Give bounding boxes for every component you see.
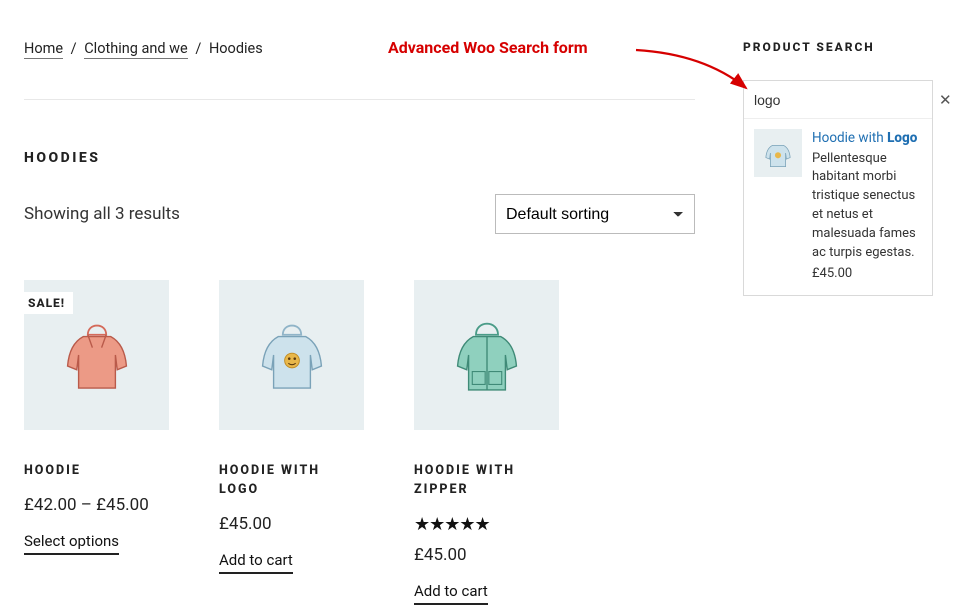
product-price: £42.00 – £45.00 [24,495,169,515]
product-price: £45.00 [414,545,559,565]
product-title: HOODIE WITH ZIPPER [414,462,559,500]
breadcrumb-category[interactable]: Clothing and we [84,40,188,59]
product-title: HOODIE WITH LOGO [219,462,364,500]
annotation-label: Advanced Woo Search form [388,38,588,57]
product-card[interactable]: HOODIE WITH LOGO £45.00 Add to cart [219,280,364,605]
product-price: £45.00 [219,514,364,534]
search-result-item[interactable]: Hoodie with Logo Pellentesque habitant m… [744,119,932,295]
breadcrumb: Home / Clothing and we / Hoodies [24,40,695,57]
select-options-button[interactable]: Select options [24,532,119,555]
sort-select[interactable]: Default sorting [495,194,695,234]
sidebar-title: PRODUCT SEARCH [743,40,933,54]
add-to-cart-button[interactable]: Add to cart [414,582,488,605]
clear-icon[interactable]: ✕ [935,87,956,113]
divider [24,99,695,100]
result-thumbnail [754,129,802,177]
add-to-cart-button[interactable]: Add to cart [219,551,293,574]
results-count: Showing all 3 results [24,204,180,224]
hoodie-icon [441,309,533,401]
hoodie-icon [51,309,143,401]
breadcrumb-current: Hoodies [209,40,263,57]
star-rating: ★★★★★ [414,514,559,535]
product-image [219,280,364,430]
product-card[interactable]: SALE! HOODIE £42.00 – £45.00 Select opti… [24,280,169,605]
sale-badge: SALE! [20,292,73,314]
result-title: Hoodie with Logo [812,129,922,149]
breadcrumb-home[interactable]: Home [24,40,63,59]
breadcrumb-sep: / [71,40,77,57]
result-price: £45.00 [812,265,922,284]
result-description: Pellentesque habitant morbi tristique se… [812,150,922,263]
breadcrumb-sep: / [195,40,201,57]
product-image [414,280,559,430]
search-widget: ✕ Hoodie with Logo Pellentesque habitant… [743,80,933,296]
product-grid: SALE! HOODIE £42.00 – £45.00 Select opti… [24,280,695,605]
hoodie-icon [246,309,338,401]
hoodie-icon [759,134,797,172]
search-input[interactable] [754,92,935,108]
product-title: HOODIE [24,462,169,481]
product-card[interactable]: HOODIE WITH ZIPPER ★★★★★ £45.00 Add to c… [414,280,559,605]
category-heading: HOODIES [24,150,695,166]
